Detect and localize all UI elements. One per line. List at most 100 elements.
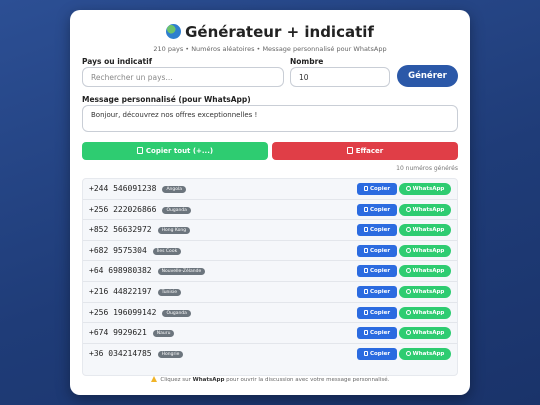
list-item: +852 56632972 Hong Kong Copier WhatsApp [83,220,457,241]
whatsapp-button[interactable]: WhatsApp [399,203,451,216]
clipboard-icon [363,247,368,253]
copy-label: Copier [369,288,391,295]
copy-all-button[interactable]: Copier tout (+...) [82,142,268,160]
whatsapp-label: WhatsApp [412,309,445,316]
whatsapp-button[interactable]: WhatsApp [399,327,451,340]
country-label: Pays ou indicatif [82,57,152,66]
clipboard-icon [363,330,368,336]
list-item: +244 546091238 Angola Copier WhatsApp [83,179,457,200]
copy-button[interactable]: Copier [357,265,397,278]
copy-label: Copier [369,206,391,213]
phone-number: +64 698980382 Nouvelle-Zélande [89,265,206,276]
copy-button[interactable]: Copier [357,203,397,216]
message-label: Message personnalisé (pour WhatsApp) [82,95,251,104]
whatsapp-label: WhatsApp [412,206,445,213]
whatsapp-icon [405,206,411,212]
whatsapp-button[interactable]: WhatsApp [399,224,451,237]
clipboard-icon [363,268,368,274]
country-badge: Îles Cook [152,247,182,255]
list-item: +36 034214785 Hongrie Copier WhatsApp [83,344,457,365]
clipboard-icon [363,206,368,212]
phone-number: +36 034214785 Hongrie [89,348,184,359]
phone-number-text: +256 222026866 [89,204,157,214]
clear-label: Effacer [355,147,384,155]
whatsapp-button[interactable]: WhatsApp [399,347,451,360]
whatsapp-icon [405,247,411,253]
phone-number-text: +852 56632972 [89,225,152,235]
phone-number-text: +256 196099142 [89,307,157,317]
copy-button[interactable]: Copier [357,306,397,319]
globe-icon [166,24,182,39]
action-buttons: Copier tout (+...) Effacer [82,142,458,160]
clipboard-icon [363,288,368,294]
clear-button[interactable]: Effacer [272,142,458,160]
list-item: +216 44822197 Tunisie Copier WhatsApp [83,282,457,303]
whatsapp-button[interactable]: WhatsApp [399,244,451,257]
copy-button[interactable]: Copier [357,285,397,298]
whatsapp-label: WhatsApp [412,227,445,234]
country-badge: Nauru [152,330,175,338]
copy-label: Copier [369,330,391,337]
message-textarea[interactable]: Bonjour, découvrez nos offres exceptionn… [82,105,458,132]
whatsapp-icon [405,227,411,233]
whatsapp-button[interactable]: WhatsApp [399,285,451,298]
phone-number-text: +674 9929621 [89,328,147,338]
generator-card: Générateur + indicatif 210 pays • Numéro… [70,10,470,395]
copy-label: Copier [369,227,391,234]
clipboard-icon [363,227,368,233]
phone-number: +256 196099142 Ouganda [89,307,191,318]
whatsapp-label: WhatsApp [412,350,445,357]
whatsapp-icon [405,186,411,191]
copy-label: Copier [369,247,391,254]
whatsapp-label: WhatsApp [412,268,445,275]
whatsapp-icon [405,350,411,356]
trash-icon [346,147,353,154]
copy-button[interactable]: Copier [357,347,397,360]
whatsapp-button[interactable]: WhatsApp [399,265,451,278]
phone-number: +852 56632972 Hong Kong [89,224,191,235]
whatsapp-icon [405,330,411,336]
copy-button[interactable]: Copier [357,183,397,195]
whatsapp-icon [405,309,411,315]
copy-label: Copier [369,309,391,316]
country-badge: Nouvelle-Zélande [157,268,206,276]
page-title-text: Générateur + indicatif [185,23,374,41]
whatsapp-icon [405,288,411,294]
footer-note: Cliquez sur WhatsApp pour ouvrir la disc… [70,376,470,383]
country-search-input[interactable] [82,67,284,87]
whatsapp-button[interactable]: WhatsApp [399,306,451,319]
page-subtitle: 210 pays • Numéros aléatoires • Message … [153,45,387,53]
phone-number-text: +64 698980382 [89,266,152,276]
footer-bold: WhatsApp [192,377,225,383]
phone-number: +256 222026866 Ouganda [89,204,191,215]
count-input[interactable] [290,67,390,87]
count-label: Nombre [290,57,324,66]
country-badge: Angola [162,186,186,193]
generated-count: 10 numéros générés [396,165,458,172]
whatsapp-label: WhatsApp [412,186,445,192]
country-badge: Hongrie [157,350,184,358]
footer-after: pour ouvrir la discussion avec votre mes… [226,377,390,383]
copy-label: Copier [369,350,391,357]
whatsapp-label: WhatsApp [412,288,445,295]
country-badge: Ouganda [162,206,191,214]
copy-button[interactable]: Copier [357,327,397,340]
copy-button[interactable]: Copier [357,224,397,237]
copy-all-label: Copier tout (+...) [145,147,214,155]
controls-row: Pays ou indicatif Nombre Générer [82,57,458,97]
phone-number: +216 44822197 Tunisie [89,286,182,297]
phone-number: +244 546091238 Angola [89,183,186,194]
phone-number-text: +36 034214785 [89,348,152,358]
whatsapp-button[interactable]: WhatsApp [399,183,451,195]
phone-number-text: +244 546091238 [89,184,157,193]
list-item: +674 9929621 Nauru Copier WhatsApp [83,323,457,344]
phone-number-text: +216 44822197 [89,286,152,296]
generate-button[interactable]: Générer [397,65,458,87]
clipboard-icon [363,186,368,191]
phone-number: +674 9929621 Nauru [89,327,175,338]
number-list: +244 546091238 Angola Copier WhatsApp +256 2… [82,178,458,376]
whatsapp-icon [405,268,411,274]
copy-button[interactable]: Copier [357,244,397,257]
copy-label: Copier [369,268,391,275]
phone-number-text: +682 9575304 [89,245,147,255]
